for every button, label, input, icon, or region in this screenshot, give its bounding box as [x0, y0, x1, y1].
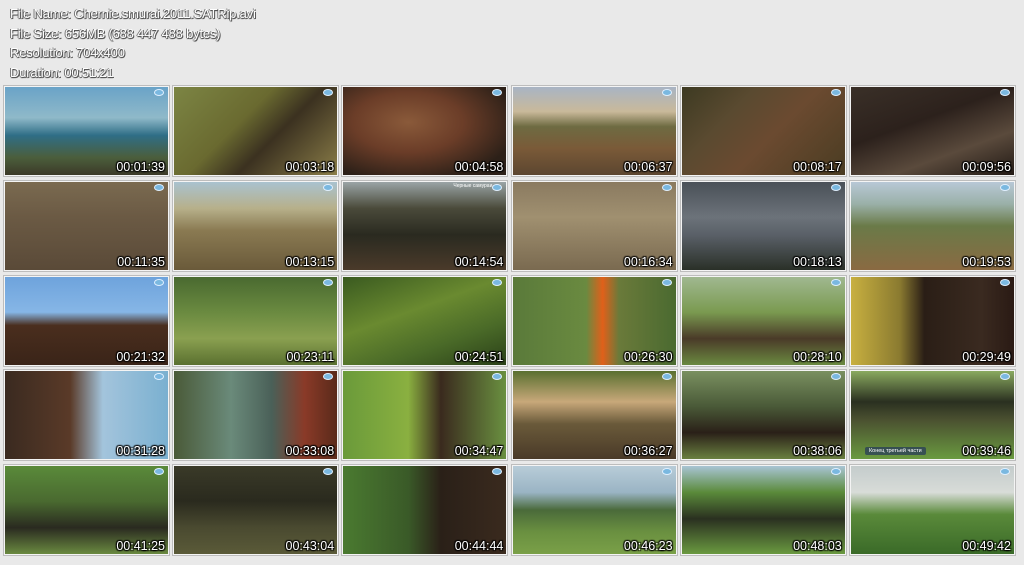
- timestamp: 00:08:17: [793, 160, 842, 174]
- channel-logo-icon: [323, 278, 334, 286]
- channel-logo-icon: [830, 183, 841, 191]
- file-info: File Name: Chernie.smurai.2011.SATRip.av…: [10, 4, 256, 82]
- channel-logo-icon: [154, 183, 164, 191]
- timestamp: 00:48:03: [793, 539, 842, 554]
- thumbnail-frame: 00:06:37: [511, 86, 677, 176]
- thumbnail-frame: 00:01:39: [4, 86, 169, 176]
- channel-logo-icon: [999, 373, 1010, 381]
- thumbnail-frame: 00:33:08: [173, 370, 339, 461]
- timestamp: 00:04:58: [454, 160, 504, 174]
- file-size: File Size: 656MB (688 447 488 bytes): [10, 25, 221, 41]
- thumbnail-frame: 00:44:44: [342, 465, 508, 556]
- timestamp: 00:13:15: [285, 254, 335, 269]
- thumbnail-frame: 00:14:54 Черные самураи: [342, 180, 508, 271]
- timestamp: 00:16:34: [623, 254, 673, 269]
- channel-logo-icon: [661, 89, 672, 96]
- thumbnail-frame: 00:36:27: [511, 370, 677, 461]
- channel-logo-icon: [154, 278, 164, 286]
- thumbnail-frame: 00:38:06: [680, 370, 846, 461]
- channel-logo-icon: [492, 373, 503, 381]
- thumbnail-frame: 00:21:32: [4, 275, 169, 366]
- channel-logo-icon: [323, 468, 334, 476]
- thumbnail-frame: 00:49:42: [849, 465, 1015, 556]
- thumbnail-frame: 00:29:49: [849, 275, 1015, 366]
- timestamp: 00:01:39: [116, 160, 165, 174]
- timestamp: 00:43:04: [285, 539, 335, 554]
- thumbnail-frame: 00:04:58: [342, 86, 508, 176]
- timestamp: 00:06:37: [623, 160, 673, 174]
- resolution: Resolution: 704x400: [10, 45, 125, 60]
- timestamp: 00:18:13: [793, 254, 842, 269]
- timestamp: 00:09:56: [962, 160, 1011, 174]
- timestamp: 00:38:06: [793, 444, 842, 459]
- channel-logo-icon: [830, 278, 841, 286]
- part-end-badge: Конец третьей части: [864, 447, 926, 456]
- channel-logo-icon: [154, 89, 164, 96]
- title-caption: Черные самураи: [453, 182, 493, 189]
- channel-logo-icon: [830, 468, 841, 476]
- timestamp: 00:19:53: [962, 254, 1011, 269]
- timestamp: 00:24:51: [454, 349, 504, 364]
- thumbnail-frame: 00:34:47: [342, 370, 508, 461]
- channel-logo-icon: [323, 183, 334, 191]
- timestamp: 00:28:10: [793, 349, 842, 364]
- timestamp: 00:46:23: [623, 539, 673, 554]
- thumbnail-frame: 00:16:34: [511, 180, 677, 271]
- duration: Duration: 00:51:21: [10, 64, 114, 80]
- thumbnail-grid: 00:01:39 00:03:18 00:04:58 00:06:37 00:08:17…: [4, 86, 1020, 556]
- thumbnail-frame: 00:11:35: [4, 180, 169, 271]
- channel-logo-icon: [830, 373, 841, 381]
- thumbnail-frame: 00:41:25: [4, 465, 169, 556]
- thumbnail-frame: 00:19:53: [849, 180, 1015, 271]
- timestamp: 00:29:49: [962, 349, 1011, 364]
- channel-logo-icon: [830, 89, 841, 96]
- timestamp: 00:31:28: [116, 444, 165, 459]
- timestamp: 00:34:47: [454, 444, 504, 459]
- timestamp: 00:44:44: [454, 539, 504, 554]
- channel-logo-icon: [999, 89, 1010, 96]
- thumbnail-frame: 00:48:03: [680, 465, 846, 556]
- thumbnail-frame: 00:43:04: [173, 465, 339, 556]
- channel-logo-icon: [661, 373, 672, 381]
- channel-logo-icon: [661, 468, 672, 476]
- channel-logo-icon: [154, 373, 164, 381]
- channel-logo-icon: [661, 278, 672, 286]
- timestamp: 00:21:32: [116, 349, 165, 364]
- timestamp: 00:39:46: [962, 444, 1011, 459]
- channel-logo-icon: [999, 278, 1010, 286]
- timestamp: 00:26:30: [623, 349, 673, 364]
- channel-logo-icon: [492, 89, 503, 96]
- thumbnail-frame: 00:13:15: [173, 180, 339, 271]
- thumbnail-frame: 00:09:56: [849, 86, 1015, 176]
- thumbnail-frame: 00:26:30: [511, 275, 677, 366]
- thumbnail-frame: 00:23:11: [173, 275, 339, 366]
- channel-logo-icon: [492, 468, 503, 476]
- channel-logo-icon: [492, 183, 503, 191]
- timestamp: 00:41:25: [116, 539, 165, 554]
- channel-logo-icon: [999, 468, 1010, 476]
- timestamp: 00:23:11: [286, 349, 335, 364]
- thumbnail-frame: 00:18:13: [680, 180, 846, 271]
- thumbnail-frame: 00:24:51: [342, 275, 508, 366]
- thumbnail-frame: 00:08:17: [680, 86, 846, 176]
- thumbnail-frame: 00:28:10: [680, 275, 846, 366]
- timestamp: 00:49:42: [962, 539, 1011, 554]
- thumbnail-frame: 00:39:46 Конец третьей части: [849, 370, 1015, 461]
- channel-logo-icon: [999, 183, 1010, 191]
- channel-logo-icon: [323, 89, 334, 96]
- timestamp: 00:14:54: [454, 254, 504, 269]
- timestamp: 00:03:18: [285, 160, 335, 174]
- thumbnail-frame: 00:31:28: [4, 370, 169, 461]
- channel-logo-icon: [661, 183, 672, 191]
- channel-logo-icon: [323, 373, 334, 381]
- channel-logo-icon: [492, 278, 503, 286]
- timestamp: 00:36:27: [623, 444, 673, 459]
- timestamp: 00:33:08: [285, 444, 335, 459]
- thumbnail-frame: 00:46:23: [511, 465, 677, 556]
- file-name: File Name: Chernie.smurai.2011.SATRip.av…: [10, 6, 256, 21]
- channel-logo-icon: [154, 468, 164, 476]
- thumbnail-frame: 00:03:18: [173, 86, 339, 176]
- timestamp: 00:11:35: [117, 254, 165, 269]
